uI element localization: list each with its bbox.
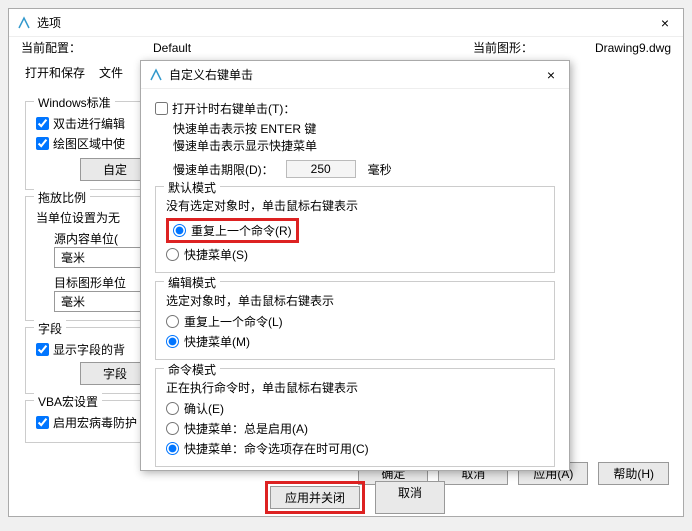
radio-def-repeat[interactable]: 重复上一个命令(R) [173,222,292,239]
cmd-mode-desc: 正在执行命令时，单击鼠标右键表示 [166,379,544,396]
btn-help[interactable]: 帮助(H) [598,462,669,485]
group-cmd-mode: 命令模式 正在执行命令时，单击鼠标右键表示 确认(E) 快捷菜单：总是启用(A)… [155,368,555,467]
app-icon [17,16,31,30]
group-field-title: 字段 [34,320,66,337]
cur-drawing-value: Drawing9.dwg [595,41,671,55]
radio-cmd-options[interactable]: 快捷菜单：命令选项存在时可用(C) [166,440,544,457]
timer-lim-input[interactable]: 250 [286,160,356,178]
btn-sub-cancel[interactable]: 取消 [375,481,445,514]
tab-file[interactable]: 文件 [95,62,127,83]
radio-cmd-always[interactable]: 快捷菜单：总是启用(A) [166,420,544,437]
rclick-dialog: 自定义右键单击 × 打开计时右键单击(T)： 快速单击表示按 ENTER 键 慢… [140,60,570,471]
cur-config-value: Default [153,41,191,55]
default-mode-title: 默认模式 [164,179,220,196]
group-edit-mode: 编辑模式 选定对象时，单击鼠标右键表示 重复上一个命令(L) 快捷菜单(M) [155,281,555,360]
group-default-mode: 默认模式 没有选定对象时，单击鼠标右键表示 重复上一个命令(R) 快捷菜单(S) [155,186,555,273]
edit-mode-desc: 选定对象时，单击鼠标右键表示 [166,292,544,309]
src-unit-label: 源内容单位( [54,230,150,247]
close-icon[interactable]: × [541,67,561,83]
radio-cmd-confirm[interactable]: 确认(E) [166,400,544,417]
cmd-mode-title: 命令模式 [164,361,220,378]
chk-timer-rclick[interactable]: 打开计时右键单击(T)： [155,100,555,117]
rclick-title: 自定义右键单击 [169,66,541,83]
app-icon [149,68,163,82]
highlight-repeat-cmd: 重复上一个命令(R) [166,218,299,243]
close-icon[interactable]: × [655,15,675,31]
highlight-apply-close: 应用并关闭 [265,481,365,514]
radio-edit-repeat[interactable]: 重复上一个命令(L) [166,313,544,330]
tgt-unit-select[interactable]: 毫米 [54,291,154,312]
timer-l1: 快速单击表示按 ENTER 键 [173,120,555,137]
default-mode-desc: 没有选定对象时，单击鼠标右键表示 [166,197,544,214]
options-title: 选项 [37,14,655,31]
scale-sub: 当单位设置为无 [36,209,150,226]
cur-config-label: 当前配置： [21,39,81,56]
rclick-body: 打开计时右键单击(T)： 快速单击表示按 ENTER 键 慢速单击表示显示快捷菜… [141,89,569,528]
timer-l2: 慢速单击表示显示快捷菜单 [173,137,555,154]
config-row: 当前配置： Default 当前图形： Drawing9.dwg [9,37,683,58]
timer-lim-label: 慢速单击期限(D)： [173,161,274,178]
rclick-footer: 应用并关闭 取消 [155,475,555,520]
radio-def-shortcut[interactable]: 快捷菜单(S) [166,246,544,263]
group-vba-title: VBA宏设置 [34,393,102,410]
edit-mode-title: 编辑模式 [164,274,220,291]
chk-field-bg[interactable]: 显示字段的背 [36,341,150,358]
group-scale-title: 拖放比例 [34,189,90,206]
src-unit-select[interactable]: 毫米 [54,247,154,268]
btn-apply-close[interactable]: 应用并关闭 [270,486,360,509]
group-windows-std-title: Windows标准 [34,94,115,111]
tgt-unit-label: 目标图形单位 [54,274,150,291]
cur-drawing-label: 当前图形： [473,39,533,56]
rclick-titlebar: 自定义右键单击 × [141,61,569,89]
chk-draw-area[interactable]: 绘图区域中使 [36,135,150,152]
tab-open-save[interactable]: 打开和保存 [21,62,89,83]
chk-dblclick-edit[interactable]: 双击进行编辑 [36,115,150,132]
radio-edit-shortcut[interactable]: 快捷菜单(M) [166,333,544,350]
chk-virus-protect[interactable]: 启用宏病毒防护 [36,414,150,431]
options-titlebar: 选项 × [9,9,683,37]
timer-lim-unit: 毫秒 [368,161,392,178]
